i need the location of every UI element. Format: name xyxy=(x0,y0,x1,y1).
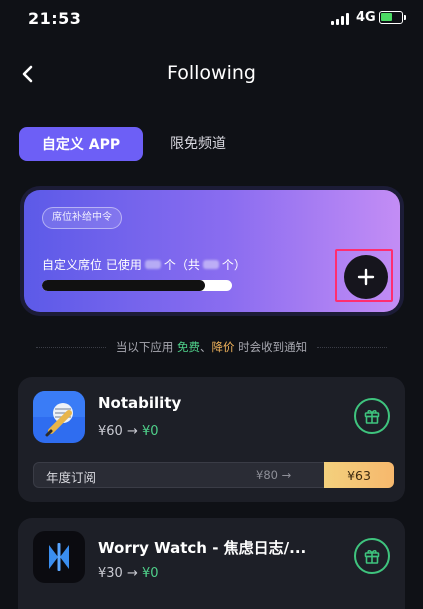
tab-custom-app[interactable]: 自定义 APP xyxy=(19,127,143,161)
used-count-hidden xyxy=(144,260,161,269)
divider-right xyxy=(317,346,388,348)
subscription-row[interactable]: 年度订阅 ¥80 → ¥63 xyxy=(33,462,394,488)
slot-status-badge: 席位补给中令 xyxy=(42,207,122,229)
notability-app-icon xyxy=(33,391,85,443)
slot-card: 席位补给中令 自定义席位 已使用 个（共 个） xyxy=(24,190,400,312)
gift-button[interactable] xyxy=(354,398,390,434)
notice-free: 免费 xyxy=(177,340,200,354)
subscription-old-price: ¥80 → xyxy=(256,468,292,482)
signal-icon xyxy=(331,13,351,25)
slot-progress-fill xyxy=(42,280,206,291)
slot-usage-text: 自定义席位 已使用 个（共 个） xyxy=(42,256,246,273)
worry-watch-app-icon xyxy=(33,531,85,583)
total-count-hidden xyxy=(202,260,219,269)
gift-icon xyxy=(364,550,380,564)
app-price: ¥60 → ¥0 xyxy=(98,424,159,439)
notice-suffix: 时会收到通知 xyxy=(234,340,308,354)
app-price: ¥30 → ¥0 xyxy=(98,566,159,581)
divider-left xyxy=(35,346,106,348)
network-type: 4G xyxy=(356,10,376,25)
subscription-new-price: ¥63 xyxy=(324,462,394,488)
notice-sep: 、 xyxy=(200,340,212,354)
slot-progress-bar xyxy=(42,280,232,291)
app-card-notability[interactable]: Notability ¥60 → ¥0 年度订阅 ¥80 → ¥63 xyxy=(18,377,405,502)
old-price: ¥60 → xyxy=(98,424,138,439)
slot-usage-prefix: 自定义席位 已使用 xyxy=(42,258,142,272)
page-title: Following xyxy=(167,62,256,84)
tab-free-channel[interactable]: 限免频道 xyxy=(170,127,226,161)
app-card-worry-watch[interactable]: Worry Watch - 焦虑日志/... ¥30 → ¥0 xyxy=(18,518,405,609)
gift-button[interactable] xyxy=(354,538,390,574)
new-price: ¥0 xyxy=(141,566,159,581)
battery-icon xyxy=(379,11,406,24)
gift-icon xyxy=(364,410,380,424)
plus-icon xyxy=(357,268,375,286)
notice-prefix: 当以下应用 xyxy=(115,340,177,354)
status-time: 21:53 xyxy=(28,9,82,28)
nav-header: Following xyxy=(0,52,423,96)
slot-usage-suffix: 个） xyxy=(221,258,246,272)
status-bar: 21:53 4G xyxy=(0,0,423,36)
old-price: ¥30 → xyxy=(98,566,138,581)
app-name: Worry Watch - 焦虑日志/... xyxy=(98,539,307,557)
app-name: Notability xyxy=(98,394,182,412)
subscription-label: 年度订阅 xyxy=(46,470,97,485)
notice-drop: 降价 xyxy=(211,340,235,354)
slot-usage-mid: 个（共 xyxy=(163,258,200,272)
notice-text: 当以下应用 免费、降价 时会收到通知 xyxy=(116,339,307,355)
add-app-button[interactable] xyxy=(344,255,388,299)
notify-notice: 当以下应用 免费、降价 时会收到通知 xyxy=(0,338,423,356)
new-price: ¥0 xyxy=(141,424,159,439)
